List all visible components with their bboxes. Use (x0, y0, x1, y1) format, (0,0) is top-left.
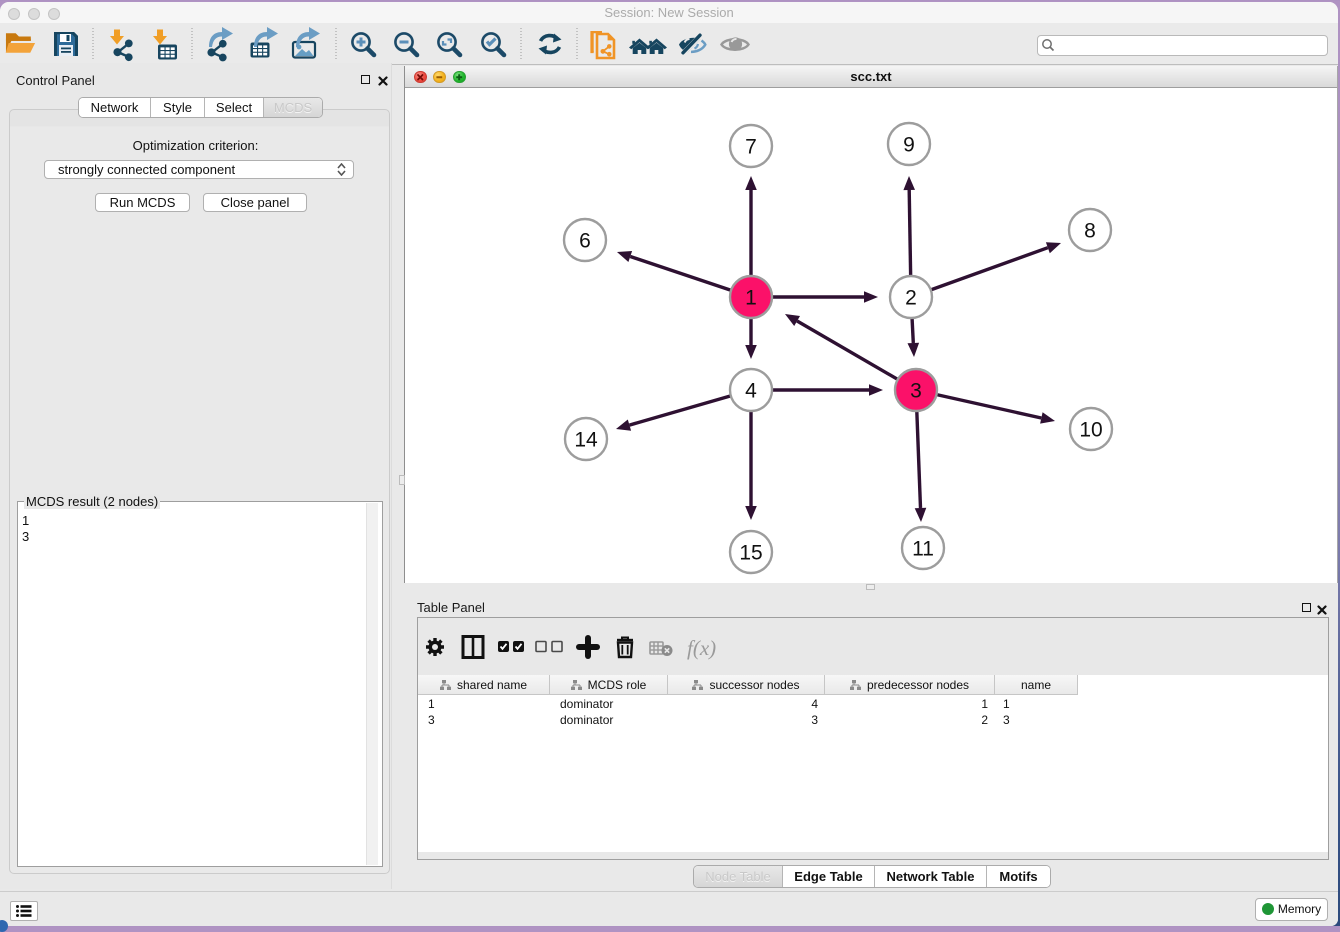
svg-text:1: 1 (745, 287, 757, 310)
svg-text:2: 2 (905, 287, 917, 310)
svg-text:4: 4 (745, 380, 757, 403)
svg-text:7: 7 (745, 136, 757, 159)
svg-text:10: 10 (1079, 419, 1102, 442)
svg-text:8: 8 (1084, 220, 1096, 243)
svg-text:11: 11 (912, 538, 934, 561)
svg-text:3: 3 (910, 380, 922, 403)
svg-text:f(x): f(x) (687, 636, 716, 660)
svg-text:14: 14 (574, 429, 598, 452)
svg-text:9: 9 (903, 134, 915, 157)
svg-text:6: 6 (579, 230, 591, 253)
svg-text:15: 15 (739, 542, 762, 565)
